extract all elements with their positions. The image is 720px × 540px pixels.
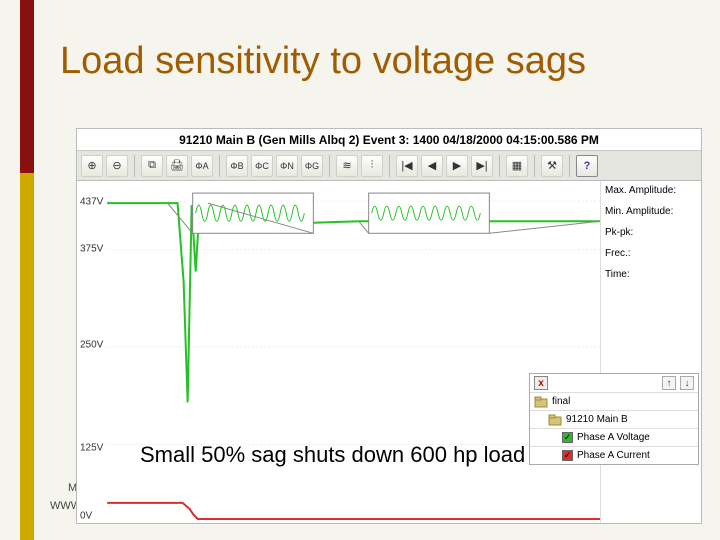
readout-panel: Max. Amplitude: Min. Amplitude: Pk-pk: F… (601, 181, 701, 523)
legend-series-b: Phase A Current (577, 450, 650, 461)
toolbar-separator (569, 155, 570, 177)
phase-c-button[interactable]: ΦC (251, 155, 273, 177)
ytick-label: 437V (80, 196, 103, 207)
slide-title: Load sensitivity to voltage sags (60, 42, 586, 82)
chart-view1-button[interactable]: ≋ (336, 155, 358, 177)
readout-pkpk: Pk-pk: (605, 227, 697, 238)
readout-frec: Frec.: (605, 248, 697, 259)
waveform-plot[interactable]: 437V 375V 250V 125V 0V (77, 181, 601, 523)
legend-up-button[interactable]: ↑ (662, 376, 676, 390)
toolbar-separator (134, 155, 135, 177)
nav-first-button[interactable]: |◀ (396, 155, 418, 177)
ytick-label: 375V (80, 244, 103, 255)
toolbar-separator (219, 155, 220, 177)
legend-root-label: final (552, 396, 570, 407)
slide-annotation: Small 50% sag shuts down 600 hp load (140, 442, 525, 468)
legend-close-button[interactable]: x (534, 376, 548, 390)
toolbar-separator (534, 155, 535, 177)
print-button[interactable]: 🖨 (166, 155, 188, 177)
nav-next-button[interactable]: ▶ (446, 155, 468, 177)
legend-panel[interactable]: x ↑ ↓ final 91210 Main B (529, 373, 699, 465)
readout-max-amplitude: Max. Amplitude: (605, 185, 697, 196)
tools-button[interactable]: ⚒ (541, 155, 563, 177)
legend-series-a: Phase A Voltage (577, 432, 650, 443)
grid-button[interactable]: ▦ (506, 155, 528, 177)
ytick-label: 250V (80, 340, 103, 351)
legend-node-label: 91210 Main B (566, 414, 628, 425)
legend-checkbox-current[interactable]: ✓ (562, 450, 573, 461)
toolbar: ⊕ ⊖ ⧉ 🖨 ΦA ΦB ΦC ΦN ΦG ≋ ⫶ |◀ ◀ ▶ ▶| ▦ ⚒… (77, 151, 701, 181)
readout-min-amplitude: Min. Amplitude: (605, 206, 697, 217)
zoom-in-button[interactable]: ⊕ (81, 155, 103, 177)
readout-time: Time: (605, 269, 697, 280)
window-title: 91210 Main B (Gen Mills Albq 2) Event 3:… (77, 129, 701, 151)
chart-view2-button[interactable]: ⫶ (361, 155, 383, 177)
slide-accent-bar (20, 0, 34, 540)
zoom-out-button[interactable]: ⊖ (106, 155, 128, 177)
phase-b-button[interactable]: ΦB (226, 155, 248, 177)
folder-icon (548, 414, 562, 426)
toolbar-separator (499, 155, 500, 177)
ytick-label: 125V (80, 442, 103, 453)
toolbar-separator (329, 155, 330, 177)
copy-button[interactable]: ⧉ (141, 155, 163, 177)
phase-g-button[interactable]: ΦG (301, 155, 323, 177)
legend-down-button[interactable]: ↓ (680, 376, 694, 390)
waveform-svg (77, 181, 600, 523)
folder-icon (534, 396, 548, 408)
nav-last-button[interactable]: ▶| (471, 155, 493, 177)
phase-n-button[interactable]: ΦN (276, 155, 298, 177)
legend-checkbox-voltage[interactable]: ✓ (562, 432, 573, 443)
phase-a-script-button[interactable]: ΦA (191, 155, 213, 177)
nav-prev-button[interactable]: ◀ (421, 155, 443, 177)
toolbar-separator (389, 155, 390, 177)
ytick-label: 0V (80, 511, 92, 522)
help-button[interactable]: ? (576, 155, 598, 177)
